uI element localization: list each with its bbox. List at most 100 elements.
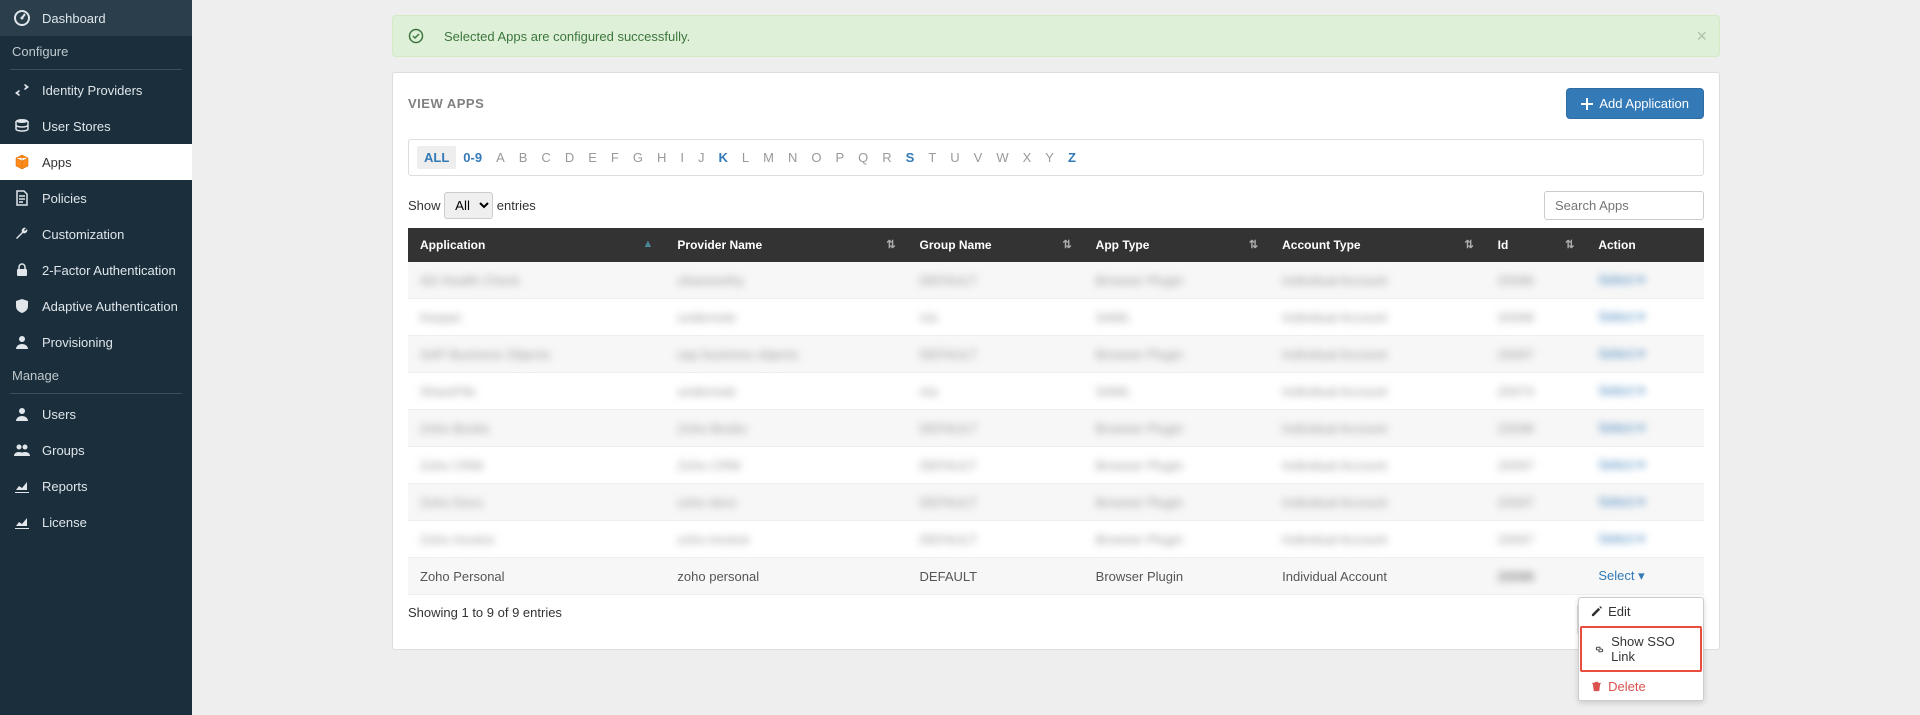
swap-icon xyxy=(12,80,32,100)
sidebar-item-license[interactable]: License xyxy=(0,504,192,540)
sidebar-item-2fa[interactable]: 2-Factor Authentication xyxy=(0,252,192,288)
alpha-p[interactable]: P xyxy=(828,146,851,169)
select-action[interactable]: Select ▾ xyxy=(1598,383,1644,398)
cell: 20074 xyxy=(1486,373,1587,410)
table-row: Zoho Docszoho docsDEFAULTBrowser PluginI… xyxy=(408,484,1704,521)
header-provider-name[interactable]: Provider Name⇅ xyxy=(665,228,907,262)
cell: Browser Plugin xyxy=(1084,558,1270,595)
select-action[interactable]: Select ▾ xyxy=(1598,494,1644,509)
alpha-k[interactable]: K xyxy=(711,146,734,169)
alpha-all[interactable]: ALL xyxy=(417,146,456,169)
select-action[interactable]: Select ▾ xyxy=(1598,346,1644,361)
dropdown-delete[interactable]: Delete xyxy=(1579,673,1703,700)
cell: undernote xyxy=(665,299,907,336)
cell: Browser Plugin xyxy=(1084,410,1270,447)
sidebar-item-groups[interactable]: Groups xyxy=(0,432,192,468)
select-action[interactable]: Select ▾ xyxy=(1598,568,1644,583)
header-id[interactable]: Id⇅ xyxy=(1486,228,1587,262)
cell: Individual Account xyxy=(1270,373,1486,410)
alpha-n[interactable]: N xyxy=(781,146,804,169)
alpha-e[interactable]: E xyxy=(581,146,604,169)
header-account-type[interactable]: Account Type⇅ xyxy=(1270,228,1486,262)
entries-select[interactable]: All xyxy=(444,192,493,219)
alpha-a[interactable]: A xyxy=(489,146,512,169)
add-application-button[interactable]: Add Application xyxy=(1566,88,1704,119)
alpha-c[interactable]: C xyxy=(534,146,557,169)
alpha-s[interactable]: S xyxy=(899,146,922,169)
sort-icon: ⇅ xyxy=(1565,238,1574,251)
cell: Zoho CRM xyxy=(665,447,907,484)
users-icon xyxy=(12,440,32,460)
select-action[interactable]: Select ▾ xyxy=(1598,272,1644,287)
caret-down-icon: ▾ xyxy=(1638,568,1645,583)
user-icon xyxy=(12,404,32,424)
cell: Individual Account xyxy=(1270,299,1486,336)
sidebar-item-policies[interactable]: Policies xyxy=(0,180,192,216)
header-group-name[interactable]: Group Name⇅ xyxy=(908,228,1084,262)
header-app-type[interactable]: App Type⇅ xyxy=(1084,228,1270,262)
alpha-w[interactable]: W xyxy=(989,146,1015,169)
cell: Individual Account xyxy=(1270,447,1486,484)
sidebar-item-users[interactable]: Users xyxy=(0,396,192,432)
sidebar-item-dashboard[interactable]: Dashboard xyxy=(0,0,192,36)
cell: ShareFile xyxy=(408,373,665,410)
sidebar-item-label: License xyxy=(42,515,87,530)
header-action[interactable]: Action xyxy=(1586,228,1704,262)
alpha-l[interactable]: L xyxy=(735,146,756,169)
alpha-b[interactable]: B xyxy=(512,146,535,169)
select-action[interactable]: Select ▾ xyxy=(1598,457,1644,472)
trash-icon xyxy=(1591,681,1602,692)
alpha-h[interactable]: H xyxy=(650,146,673,169)
alpha-g[interactable]: G xyxy=(626,146,650,169)
alpha-i[interactable]: I xyxy=(673,146,691,169)
caret-down-icon: ▾ xyxy=(1638,309,1645,324)
cell: zoho invoice xyxy=(665,521,907,558)
alpha-q[interactable]: Q xyxy=(851,146,875,169)
cell: Individual Account xyxy=(1270,484,1486,521)
sidebar-item-label: Groups xyxy=(42,443,85,458)
sidebar-item-reports[interactable]: Reports xyxy=(0,468,192,504)
alpha-m[interactable]: M xyxy=(756,146,781,169)
header-application[interactable]: Application▲ xyxy=(408,228,665,262)
alpha-t[interactable]: T xyxy=(921,146,943,169)
sidebar-item-identity-providers[interactable]: Identity Providers xyxy=(0,72,192,108)
select-action[interactable]: Select ▾ xyxy=(1598,531,1644,546)
sidebar-item-provisioning[interactable]: Provisioning xyxy=(0,324,192,360)
sidebar-item-label: User Stores xyxy=(42,119,111,134)
sidebar-item-apps[interactable]: Apps xyxy=(0,144,192,180)
alpha-v[interactable]: V xyxy=(967,146,990,169)
alpha-u[interactable]: U xyxy=(943,146,966,169)
search-apps-input[interactable] xyxy=(1544,191,1704,220)
dropdown-show-sso-link[interactable]: Show SSO Link xyxy=(1580,626,1702,672)
alpha-y[interactable]: Y xyxy=(1038,146,1061,169)
select-action[interactable]: Select ▾ xyxy=(1598,420,1644,435)
alpha-o[interactable]: O xyxy=(804,146,828,169)
alpha-r[interactable]: R xyxy=(875,146,898,169)
action-cell: Select ▾ xyxy=(1586,521,1704,558)
select-action[interactable]: Select ▾ xyxy=(1598,309,1644,324)
alpha-f[interactable]: F xyxy=(604,146,626,169)
action-cell: Select ▾ xyxy=(1586,336,1704,373)
alpha-x[interactable]: X xyxy=(1016,146,1039,169)
caret-down-icon: ▾ xyxy=(1638,272,1645,287)
table-row: Zoho Invoicezoho invoiceDEFAULTBrowser P… xyxy=(408,521,1704,558)
alpha-j[interactable]: J xyxy=(691,146,712,169)
shield-icon xyxy=(12,296,32,316)
panel-title: VIEW APPS xyxy=(408,96,484,111)
cell: Browser Plugin xyxy=(1084,521,1270,558)
alpha-0-9[interactable]: 0-9 xyxy=(456,146,489,169)
caret-down-icon: ▾ xyxy=(1638,383,1645,398)
sidebar-item-user-stores[interactable]: User Stores xyxy=(0,108,192,144)
caret-down-icon: ▾ xyxy=(1638,457,1645,472)
sort-icon: ⇅ xyxy=(1062,238,1071,251)
dropdown-edit[interactable]: Edit xyxy=(1579,598,1703,625)
cell: Individual Account xyxy=(1270,262,1486,299)
cube-icon xyxy=(12,152,32,172)
sidebar-item-adaptive-auth[interactable]: Adaptive Authentication xyxy=(0,288,192,324)
sidebar-item-customization[interactable]: Customization xyxy=(0,216,192,252)
alert-success: Selected Apps are configured successfull… xyxy=(392,15,1720,57)
alert-close-button[interactable]: × xyxy=(1696,26,1707,47)
alpha-d[interactable]: D xyxy=(558,146,581,169)
action-cell: Select ▾ xyxy=(1586,262,1704,299)
alpha-z[interactable]: Z xyxy=(1061,146,1083,169)
